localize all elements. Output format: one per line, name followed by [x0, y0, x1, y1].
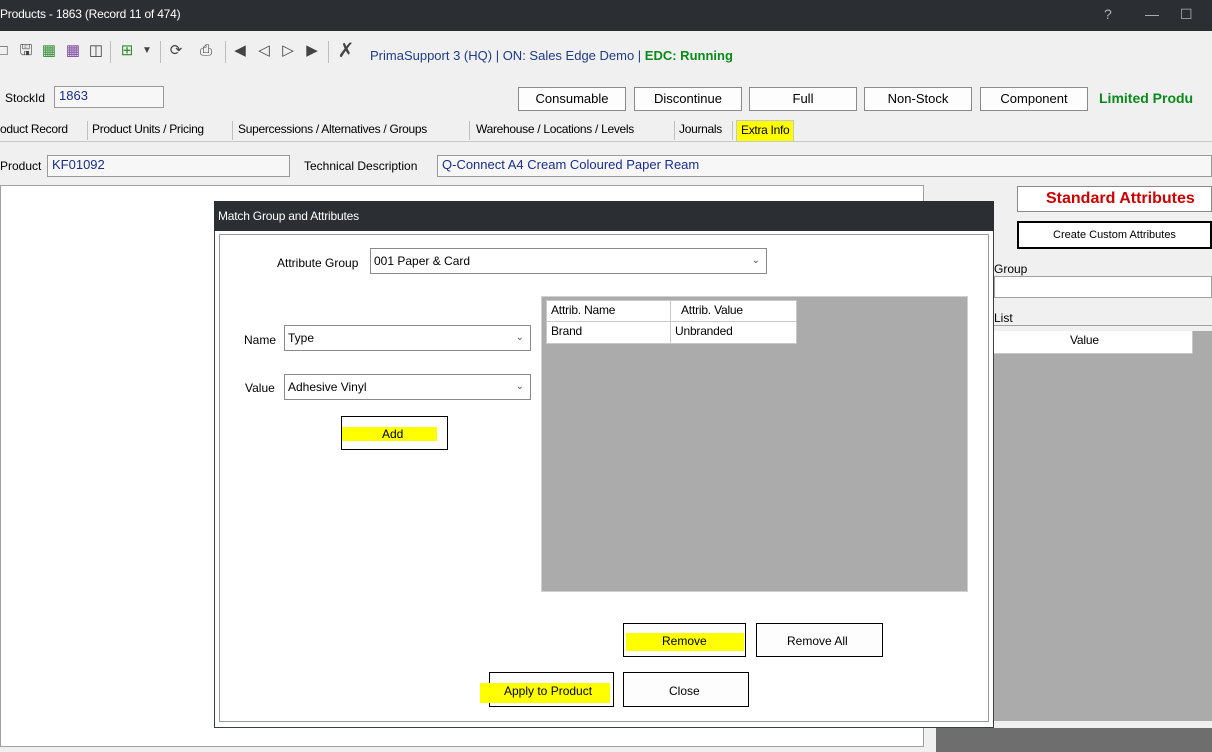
remove-button[interactable]: Remove [623, 623, 746, 657]
attributes-list-grid[interactable] [994, 331, 1212, 721]
tab-supercessions[interactable]: Supercessions / Alternatives / Groups [238, 122, 427, 136]
grid-cell-attrib-name[interactable]: Brand [546, 322, 671, 344]
window-title: Products - 1863 (Record 11 of 474) [0, 7, 181, 21]
tab-separator [732, 121, 733, 140]
remove-all-button[interactable]: Remove All [756, 623, 883, 657]
attribute-group-label: Attribute Group [277, 256, 359, 270]
remove-all-label: Remove All [787, 634, 848, 648]
last-record-icon[interactable]: ▶ [304, 42, 320, 60]
tab-product-units-pricing[interactable]: Product Units / Pricing [92, 122, 204, 136]
tab-journals[interactable]: Journals [679, 122, 722, 136]
non-stock-button[interactable]: Non-Stock [864, 87, 972, 111]
apply-to-product-label: Apply to Product [504, 684, 593, 698]
refresh-icon[interactable]: ⟳ [167, 42, 185, 60]
grid-header-attrib-name: Attrib. Name [546, 300, 671, 322]
group-label: Group [994, 262, 1028, 276]
stockid-label: StockId [5, 91, 46, 105]
close-button[interactable]: Close [623, 672, 749, 707]
value-value: Adhesive Vinyl [288, 380, 367, 394]
apply-to-product-button[interactable]: Apply to Product [480, 672, 614, 707]
next-record-icon[interactable]: ▷ [280, 42, 296, 60]
toolbar-separator [110, 41, 111, 63]
new-icon[interactable]: ⊞ [118, 42, 136, 60]
chevron-down-icon: ⌄ [515, 381, 524, 392]
maximize-icon[interactable]: ☐ [1180, 6, 1193, 23]
tab-product-record[interactable]: oduct Record [0, 122, 68, 136]
chevron-down-icon: ⌄ [515, 332, 524, 343]
first-record-icon[interactable]: ◀ [232, 42, 248, 60]
tab-warehouse[interactable]: Warehouse / Locations / Levels [476, 122, 634, 136]
save-new-icon[interactable]: ▦ [40, 42, 58, 60]
consumable-button[interactable]: Consumable [518, 87, 626, 111]
dropdown-arrow-icon[interactable]: ▼ [141, 42, 153, 60]
value-column-header: Value [994, 331, 1193, 354]
attribute-group-select[interactable]: 001 Paper & Card ⌄ [370, 248, 767, 274]
technical-description-label: Technical Description [304, 159, 418, 173]
name-select[interactable]: Type ⌄ [284, 325, 531, 351]
stockid-field[interactable]: 1863 [54, 86, 164, 108]
create-custom-attributes-button[interactable]: Create Custom Attributes [1017, 221, 1212, 249]
standard-attributes-button[interactable]: Standard Attributes [1017, 186, 1212, 212]
name-label: Name [244, 333, 277, 347]
tab-separator [674, 121, 675, 140]
delete-icon[interactable]: ◫ [88, 42, 104, 60]
minimize-icon[interactable]: — [1145, 6, 1159, 22]
limited-product-label: Limited Produ [1099, 90, 1194, 106]
name-value: Type [288, 331, 315, 345]
add-label: Add [382, 427, 404, 441]
list-label: List [994, 311, 1013, 325]
edc-status: EDC: Running [644, 48, 733, 63]
toolbar-separator [160, 41, 161, 63]
checkbox-icon[interactable]: □ [0, 42, 10, 60]
save-icon[interactable]: 🖫 [17, 42, 35, 60]
group-field[interactable] [994, 276, 1212, 298]
value-select[interactable]: Adhesive Vinyl ⌄ [284, 374, 531, 400]
status-prefix: PrimaSupport 3 (HQ) | ON: Sales Edge Dem… [370, 48, 645, 63]
close-label: Close [669, 684, 700, 698]
close-x-icon[interactable]: ✗ [335, 41, 357, 61]
tab-extra-info[interactable]: Extra Info [736, 120, 795, 141]
attach-icon[interactable]: ⎙ [198, 42, 214, 60]
chevron-down-icon: ⌄ [751, 255, 760, 266]
tab-separator [469, 121, 470, 140]
remove-label: Remove [662, 634, 707, 648]
title-bar: Products - 1863 (Record 11 of 474) ? — ☐ [0, 0, 1212, 31]
attribute-group-value: 001 Paper & Card [374, 254, 471, 268]
help-icon[interactable]: ? [1104, 6, 1112, 22]
previous-record-icon[interactable]: ◁ [256, 42, 272, 60]
tab-separator [232, 121, 233, 140]
toolbar-separator [328, 41, 329, 63]
connection-status: PrimaSupport 3 (HQ) | ON: Sales Edge Dem… [370, 48, 733, 63]
technical-description-field[interactable]: Q-Connect A4 Cream Coloured Paper Ream [437, 155, 1212, 177]
list-divider [994, 325, 1212, 326]
value-label: Value [245, 381, 275, 395]
dialog-title: Match Group and Attributes [214, 201, 994, 231]
save-close-icon[interactable]: ▦ [64, 42, 82, 60]
component-button[interactable]: Component [980, 87, 1088, 111]
right-panel-footer [936, 728, 1212, 752]
product-label: Product [0, 159, 42, 173]
grid-cell-attrib-value[interactable]: Unbranded [671, 322, 797, 344]
product-field[interactable]: KF01092 [47, 155, 290, 177]
tab-separator [87, 121, 88, 140]
grid-header-attrib-value: Attrib. Value [671, 300, 797, 322]
discontinue-button[interactable]: Discontinue [634, 87, 742, 111]
add-button[interactable]: Add [341, 416, 448, 450]
toolbar-separator [225, 41, 226, 63]
full-button[interactable]: Full [749, 87, 857, 111]
